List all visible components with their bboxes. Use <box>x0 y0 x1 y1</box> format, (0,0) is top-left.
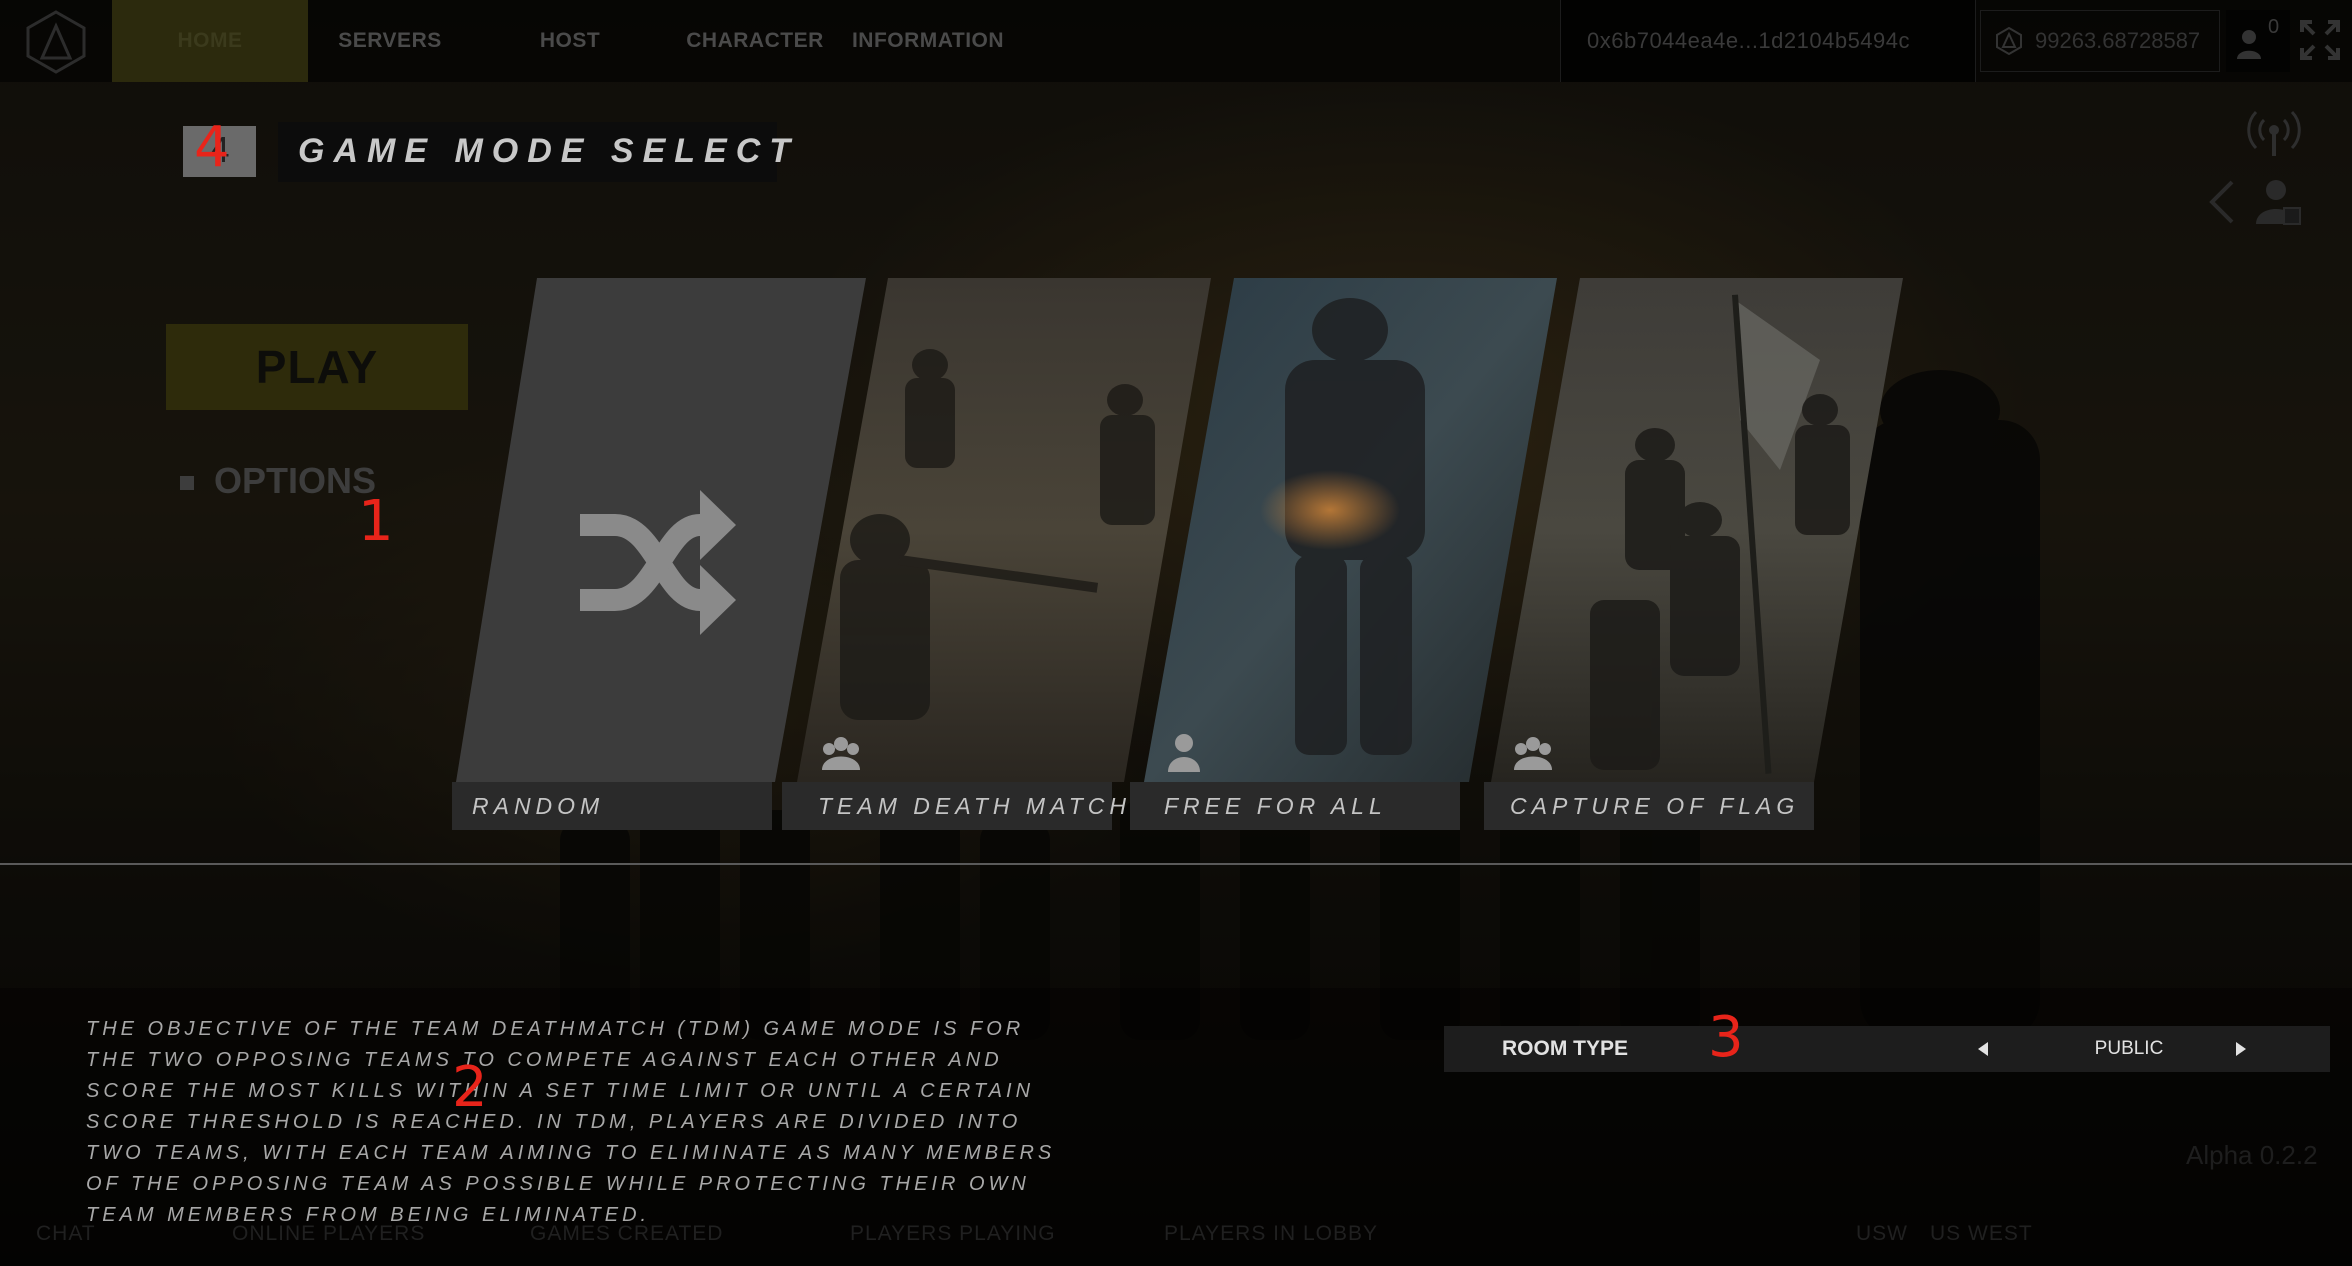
room-type-label: ROOM TYPE <box>1502 1037 1629 1060</box>
annotation-2: 2 <box>452 1055 488 1120</box>
footer-players-playing: PLAYERS PLAYING <box>850 1222 1056 1245</box>
annotation-1: 1 <box>358 489 394 554</box>
annotation-4: 4 <box>194 115 230 180</box>
game-mode-description: The objective of the Team Deathmatch (TD… <box>86 1018 1056 1226</box>
footer-chat[interactable]: CHAT <box>36 1222 96 1246</box>
footer-region-code: USW <box>1856 1222 1908 1245</box>
footer-region-name: US WEST <box>1930 1222 2033 1245</box>
mode-label-capture-of-flag: CAPTURE OF FLAG <box>1510 793 1800 819</box>
mode-label-team-death-match: TEAM DEATH MATCH <box>818 793 1131 819</box>
version-label: Alpha 0.2.2 <box>2186 1140 2318 1170</box>
room-type-prev-arrow-icon[interactable] <box>1974 1039 1994 1059</box>
section-divider <box>0 863 2352 865</box>
mode-label-random: RANDOM <box>472 793 605 819</box>
footer-players-in-lobby: PLAYERS IN LOBBY <box>1164 1222 1379 1245</box>
room-type-value: PUBLIC <box>2094 1038 2164 1059</box>
annotation-3: 3 <box>1708 1005 1744 1070</box>
room-type-next-arrow-icon[interactable] <box>2230 1039 2250 1059</box>
footer-games-created: GAMES CREATED <box>530 1222 724 1245</box>
mode-label-free-for-all: FREE FOR ALL <box>1164 793 1387 819</box>
footer-online-players: ONLINE PLAYERS <box>232 1222 426 1245</box>
room-type-selector: ROOM TYPE PUBLIC <box>1444 1026 2330 1072</box>
